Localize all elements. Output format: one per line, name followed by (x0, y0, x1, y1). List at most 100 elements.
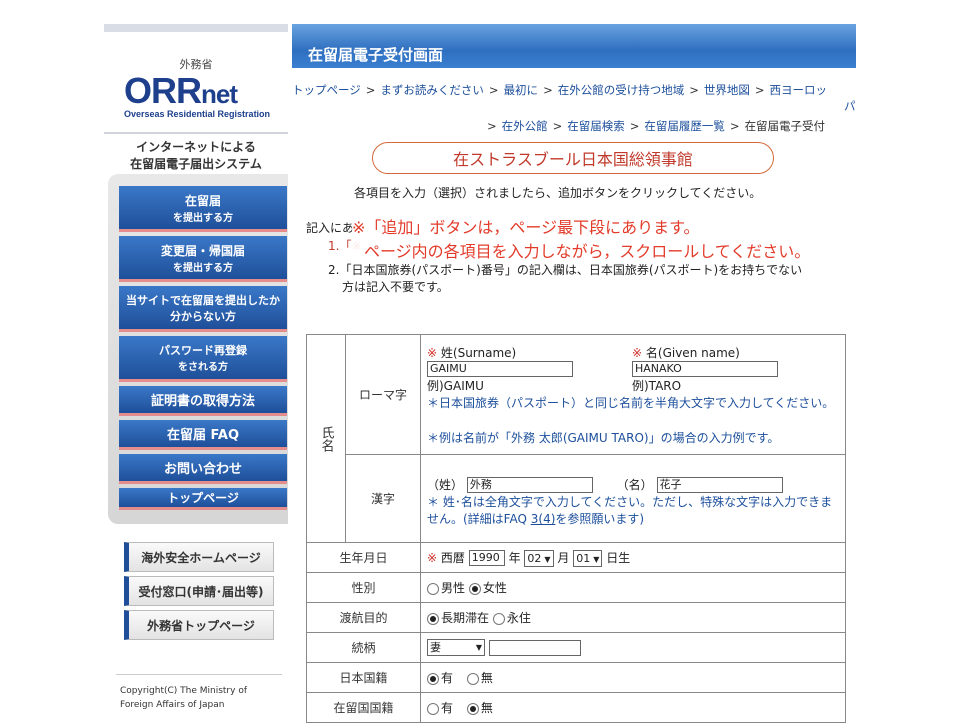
chevron-down-icon: ▼ (593, 554, 600, 564)
menu-top-page[interactable]: トップページ (119, 488, 287, 510)
res-nationality-cell: 有 無 (420, 692, 846, 723)
crumb-west-europe[interactable]: 西ヨーロッ (769, 83, 827, 97)
jp-nationality-no-radio[interactable] (466, 672, 479, 685)
intro-text: 各項目を入力（選択）されましたら、追加ボタンをクリックしてください。 (354, 186, 762, 200)
romaji-note1: ＊日本国旅券（パスポート）と同じ名前を半角大文字で入力してください。 (427, 395, 835, 410)
jp-nationality-no-label: 無 (480, 671, 493, 685)
crumb-sep: > (488, 83, 499, 97)
crumb-regions[interactable]: 在外公館の受け持つ地域 (558, 83, 685, 97)
faq-link[interactable]: 3(4) (531, 512, 556, 526)
kanji-note2: せん。(詳細はFAQ 3(4)を参照願います) (427, 512, 645, 527)
menu-label: 変更届・帰国届 (160, 243, 245, 258)
crumb-sep: > (487, 119, 497, 133)
required-mark: ※ (427, 345, 438, 360)
orrnet-logo[interactable]: 外務省 ORRnet Overseas Residential Registra… (104, 24, 288, 180)
crumb-sep: > (729, 119, 740, 133)
crumb-first[interactable]: 最初に (504, 83, 539, 97)
gender-male-label: 男性 (441, 581, 466, 595)
menu-sublabel: を提出する方 (173, 212, 233, 224)
link-reception-window[interactable]: 受付窓口(申請･届出等) (124, 576, 274, 606)
page-title: 在留届電子受付画面 (308, 46, 444, 64)
menu-label: 在留届 FAQ (166, 428, 240, 443)
main-content: 在留届電子受付画面 トップページ > まずお読みください > 最初に > 在外公館の受け持つ… (292, 24, 856, 723)
gender-male-radio[interactable] (427, 582, 439, 595)
copyright-line1: Copyright(C) The Ministry of (120, 686, 247, 696)
menu-check-submitted[interactable]: 当サイトで在留届を提出したか 分からない方 (119, 286, 287, 332)
birth-month-select[interactable]: 02 ▼ (524, 549, 554, 567)
required-mark: ※ (427, 550, 438, 565)
surname-romaji-input[interactable]: GAIMU (427, 360, 573, 377)
link-mofa-top[interactable]: 外務省トップページ (124, 610, 274, 640)
alert-line2: ページ内の各項目を入力しながら，スクロールしてください。 (364, 242, 811, 261)
crumb-sep: > (754, 83, 765, 97)
birth-day-select[interactable]: 01 ▼ (573, 549, 603, 567)
birth-label: 生年月日 (306, 542, 421, 573)
crumb-history[interactable]: 在留届履歴一覧 (644, 119, 725, 133)
relation-select[interactable]: 妻 ▼ (427, 639, 485, 656)
scroll-alert: ※「追加」ボタンは，ページ最下段にあります。 ページ内の各項目を入力しながら，ス… (352, 216, 811, 264)
sidebar-divider (116, 674, 282, 675)
logo-divider (104, 132, 288, 134)
year-unit: 年 (508, 550, 521, 565)
res-nationality-yes-label: 有 (441, 701, 454, 715)
crumb-current: 在留届電子受付 (744, 119, 826, 133)
jp-nationality-yes-radio[interactable] (427, 672, 439, 685)
crumb-search[interactable]: 在留届検索 (567, 119, 625, 133)
res-nationality-no-radio[interactable] (466, 702, 479, 715)
romaji-note2: ＊例は名前が「外務 太郎(GAIMU TARO)」の場合の入力例です。 (427, 430, 780, 445)
tagline-line2: 在留届電子届出システム (130, 157, 262, 171)
crumb-top[interactable]: トップページ (292, 83, 361, 97)
crumb-sep: > (543, 83, 553, 97)
kanji-cell: （姓） 外務 （名） 花子 ＊ 姓･名は全角文字で入力してください。ただし、特殊… (420, 454, 846, 543)
crumb-world-map[interactable]: 世界地図 (704, 83, 750, 97)
kanji-given-input[interactable]: 花子 (656, 477, 783, 494)
birth-cell: ※ 西暦 1990 年 02 ▼ 月 01 ▼ 日生 (420, 542, 846, 573)
brand-subtitle: Overseas Residential Registration (124, 109, 271, 119)
menu-submit-residence[interactable]: 在留届 を提出する方 (119, 186, 287, 232)
kanji-given-label: （名） (616, 477, 653, 492)
sidebar: 外務省 ORRnet Overseas Residential Registra… (104, 24, 288, 720)
purpose-label: 渡航目的 (306, 602, 421, 633)
crumb-sep: > (552, 119, 563, 133)
menu-change-return[interactable]: 変更届・帰国届 を提出する方 (119, 236, 287, 282)
menu-label: お問い合わせ (163, 462, 242, 477)
kanji-surname-input[interactable]: 外務 (466, 477, 593, 494)
notes-heading: 記入にあ (306, 221, 355, 235)
crumb-sep: > (365, 83, 376, 97)
purpose-long-radio[interactable] (427, 612, 439, 625)
crumb-sep: > (629, 119, 640, 133)
menu-sublabel: を提出する方 (173, 262, 233, 274)
menu-label: パスワード再登録 (159, 344, 247, 357)
menu-faq[interactable]: 在留届 FAQ (119, 420, 287, 450)
menu-contact[interactable]: お問い合わせ (119, 454, 287, 484)
page: 外務省 ORRnet Overseas Residential Registra… (104, 24, 856, 723)
kanji-note1: ＊ 姓･名は全角文字で入力してください。ただし、特殊な文字は入力できま (427, 495, 833, 510)
copyright: Copyright(C) The Ministry of Foreign Aff… (120, 684, 280, 712)
romaji-label: ローマ字 (345, 334, 421, 455)
purpose-cell: 長期滞在 永住 (420, 602, 846, 633)
birth-year-input[interactable]: 1990 (468, 550, 505, 566)
note-2-cont: 方は記入不要です。 (342, 280, 449, 294)
purpose-permanent-radio[interactable] (492, 612, 505, 625)
note-2: 2.「日本国旅券(パスポート)番号」の記入欄は、日本国旅券(パスポート)をお持ち… (328, 263, 803, 277)
menu-certificate[interactable]: 証明書の取得方法 (119, 386, 287, 416)
crumb-read-first[interactable]: まずお読みください (380, 83, 484, 97)
menu-label: トップページ (167, 491, 239, 505)
menu-label: 在留届 (184, 193, 221, 208)
crumb-missions[interactable]: 在外公館 (502, 119, 548, 133)
registration-form: 氏名 ローマ字 ※ 姓(Surname) GAIMU 例)GAIMU ※ 名(G… (306, 334, 846, 723)
given-romaji-input[interactable]: HANAKO (632, 360, 778, 377)
kanji-label: 漢字 (345, 454, 421, 543)
jp-nationality-cell: 有 無 (420, 662, 846, 693)
romaji-cell: ※ 姓(Surname) GAIMU 例)GAIMU ※ 名(Given nam… (420, 334, 846, 455)
crumb-sep: > (689, 83, 699, 97)
menu-label: 当サイトで在留届を提出したか (126, 293, 280, 307)
side-menu: 在留届 を提出する方 変更届・帰国届 を提出する方 当サイトで在留届を提出したか… (108, 174, 288, 524)
link-overseas-safety[interactable]: 海外安全ホームページ (124, 542, 274, 572)
gender-female-radio[interactable] (468, 582, 481, 595)
relation-other-input[interactable] (488, 639, 581, 656)
menu-password-reregister[interactable]: パスワード再登録 をされる方 (119, 336, 287, 382)
crumb-west-europe-wrap[interactable]: パ (844, 98, 856, 114)
relation-label: 続柄 (306, 632, 421, 663)
res-nationality-yes-radio[interactable] (427, 702, 439, 715)
